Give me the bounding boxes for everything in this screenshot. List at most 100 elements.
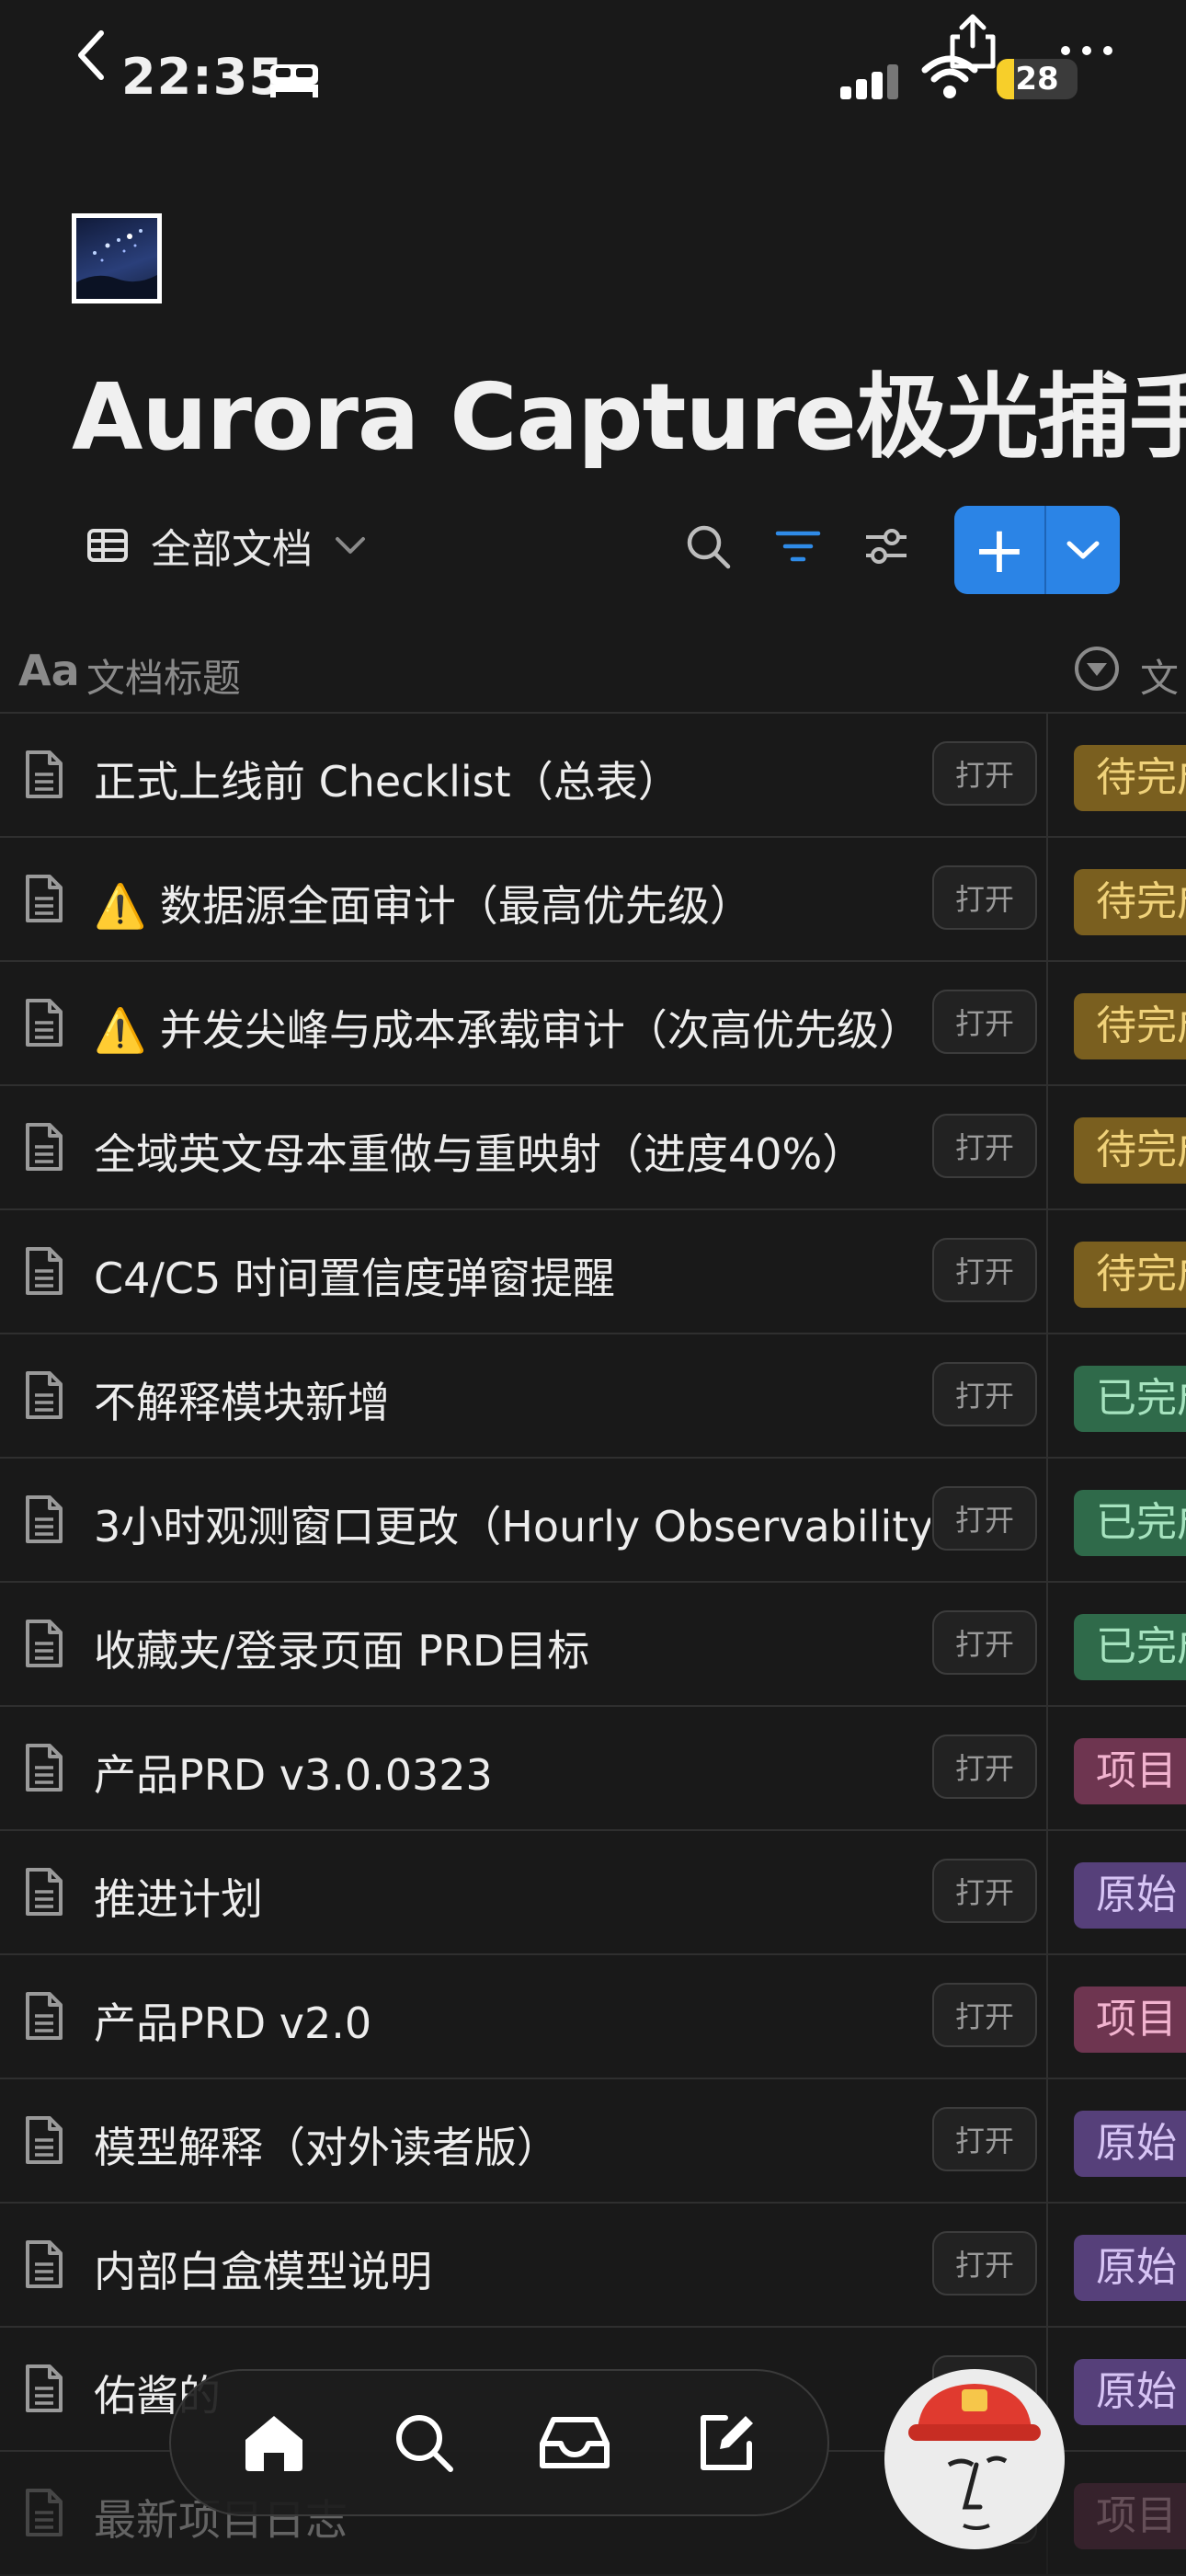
row-title[interactable]: ⚠️ 并发尖峰与成本承载审计（次高优先级） [94,997,930,1058]
home-icon[interactable] [240,2412,308,2473]
document-icon [24,1742,64,1793]
document-icon [24,1369,64,1421]
table-row[interactable]: ⚠️ 并发尖峰与成本承载审计（次高优先级）打开待完成 [0,962,1186,1086]
compose-icon[interactable] [694,2410,758,2475]
page-title: Aurora Capture极光捕手 [72,363,1186,471]
row-title[interactable]: 产品PRD v2.0 [94,1990,930,2051]
status-tag[interactable]: 已完成 [1074,1490,1186,1556]
status-tag[interactable]: 原始 [1074,2359,1186,2425]
bed-icon [268,61,320,97]
status-tag[interactable]: 项目 [1074,2483,1186,2549]
table-row[interactable]: 产品PRD v2.0 打开 项目 [0,1955,1186,2079]
table-row[interactable]: 收藏夹/登录页面 PRD目标打开已完成 [0,1583,1186,1707]
firefighter-avatar[interactable] [884,2369,1065,2549]
row-title[interactable]: 收藏夹/登录页面 PRD目标 [94,1618,930,1678]
open-button[interactable]: 打开 [932,1238,1037,1302]
status-tag[interactable]: 待完成 [1074,993,1186,1059]
table-header: Aa 文档标题 文 [0,631,1186,714]
table-row[interactable]: 不解释模块新增打开已完成 [0,1334,1186,1459]
column-header-status[interactable]: 文 [1140,647,1179,704]
row-title[interactable]: 产品PRD v3.0.0323 [94,1742,930,1803]
column-header-title[interactable]: 文档标题 [86,647,241,704]
row-title[interactable]: 3小时观测窗口更改（Hourly Observability [94,1494,930,1554]
status-tag[interactable]: 待完成 [1074,1117,1186,1184]
table-row[interactable]: ⚠️ 数据源全面审计（最高优先级）打开待完成 [0,838,1186,962]
back-chevron-icon[interactable] [72,28,108,83]
row-title[interactable]: 模型解释（对外读者版） [94,2114,930,2175]
table-row[interactable]: 内部白盒模型说明 打开 原始 [0,2204,1186,2328]
status-tag[interactable]: 原始 [1074,2235,1186,2301]
status-tag[interactable]: 项目 [1074,1986,1186,2053]
document-icon [24,2114,64,2166]
column-divider [1046,962,1048,1084]
open-button[interactable]: 打开 [932,865,1037,930]
status-tag[interactable]: 待完成 [1074,745,1186,811]
signal-icon [838,63,903,101]
document-list: 正式上线前 Checklist（总表）打开待完成⚠️ 数据源全面审计（最高优先级… [0,714,1186,2576]
status-property-icon [1072,644,1122,693]
open-button[interactable]: 打开 [932,1610,1037,1675]
column-divider [1046,2079,1048,2202]
table-row[interactable]: C4/C5 时间置信度弹窗提醒打开待完成 [0,1210,1186,1334]
status-tag[interactable]: 已完成 [1074,1614,1186,1680]
open-button[interactable]: 打开 [932,741,1037,806]
wifi-icon [921,53,978,99]
row-title[interactable]: 正式上线前 Checklist（总表） [94,749,930,809]
open-button[interactable]: 打开 [932,2107,1037,2171]
status-tag[interactable]: 待完成 [1074,1242,1186,1308]
status-tag[interactable]: 原始 [1074,2111,1186,2177]
view-label: 全部文档 [151,526,313,573]
document-icon [24,1245,64,1297]
row-title[interactable]: 推进计划 [94,1866,930,1927]
status-tag[interactable]: 项目 [1074,1738,1186,1804]
open-button[interactable]: 打开 [932,1486,1037,1551]
table-row[interactable]: 产品PRD v3.0.0323 打开 项目 [0,1707,1186,1831]
row-title[interactable]: ⚠️ 数据源全面审计（最高优先级） [94,873,930,933]
open-button[interactable]: 打开 [932,1114,1037,1178]
open-button[interactable]: 打开 [932,990,1037,1054]
row-title[interactable]: C4/C5 时间置信度弹窗提醒 [94,1245,930,1306]
sliders-icon[interactable] [862,522,910,570]
new-page-button[interactable]: + [954,506,1120,594]
table-row[interactable]: 模型解释（对外读者版） 打开 原始 [0,2079,1186,2204]
document-icon [24,997,64,1048]
row-title[interactable]: 不解释模块新增 [94,1369,930,1430]
open-button[interactable]: 打开 [932,2231,1037,2296]
column-divider [1046,2204,1048,2326]
more-icon[interactable] [1059,44,1114,57]
status-tag[interactable]: 待完成 [1074,869,1186,935]
table-row[interactable]: 3小时观测窗口更改（Hourly Observability打开已完成 [0,1459,1186,1583]
view-selector[interactable]: 全部文档 [86,515,366,576]
status-bar: 22:35 28 [0,0,1186,138]
table-row[interactable]: 正式上线前 Checklist（总表）打开待完成 [0,714,1186,838]
text-property-icon: Aa [18,646,80,695]
column-divider [1046,1459,1048,1581]
column-divider [1046,1955,1048,2078]
search-icon[interactable] [684,522,732,570]
open-button[interactable]: 打开 [932,1362,1037,1426]
column-divider [1046,1583,1048,1705]
table-row[interactable]: 推进计划 打开 原始 [0,1831,1186,1955]
bottom-nav [169,2369,829,2516]
filter-icon[interactable] [774,522,822,570]
battery-indicator: 28 [997,59,1078,99]
status-time: 22:35 [121,48,284,106]
plus-icon[interactable]: + [954,506,1044,594]
row-title[interactable]: 内部白盒模型说明 [94,2238,930,2299]
page-icon[interactable] [72,213,162,303]
open-button[interactable]: 打开 [932,1859,1037,1923]
column-divider [1046,1210,1048,1333]
column-divider [1046,1831,1048,1953]
document-icon [24,1866,64,1918]
new-options-chevron-icon[interactable] [1046,506,1120,594]
status-tag[interactable]: 原始 [1074,1862,1186,1929]
document-icon [24,2363,64,2414]
open-button[interactable]: 打开 [932,1735,1037,1799]
column-divider [1046,1707,1048,1829]
row-title[interactable]: 全域英文母本重做与重映射（进度40%） [94,1121,930,1182]
inbox-icon[interactable] [539,2414,610,2471]
table-row[interactable]: 全域英文母本重做与重映射（进度40%）打开待完成 [0,1086,1186,1210]
open-button[interactable]: 打开 [932,1983,1037,2047]
status-tag[interactable]: 已完成 [1074,1366,1186,1432]
search-icon[interactable] [392,2410,456,2475]
